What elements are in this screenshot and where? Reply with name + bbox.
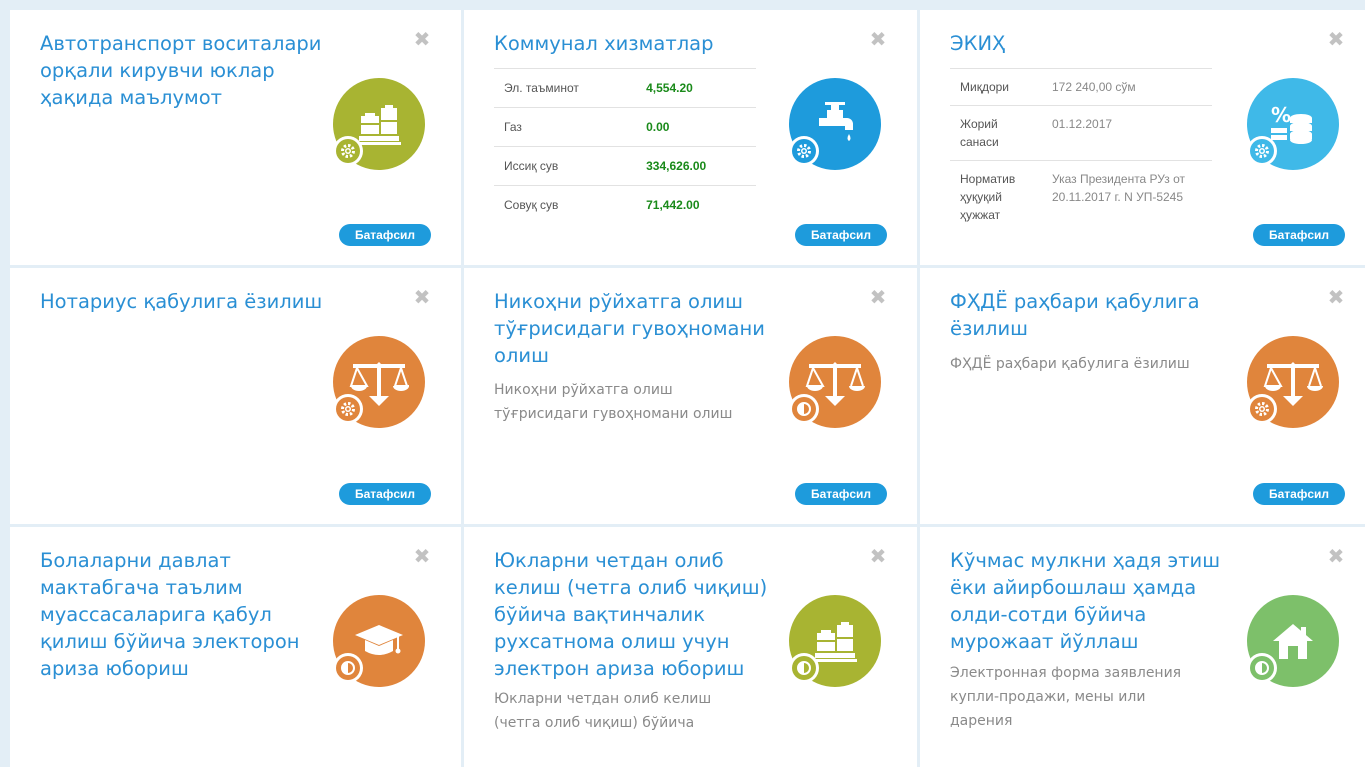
- gear-icon: [1247, 394, 1277, 424]
- row-value: 0.00: [636, 107, 756, 147]
- more-button[interactable]: Батафсил: [795, 224, 887, 246]
- service-card-kindergarten: Болаларни давлат мактабгача таълим муасс…: [10, 527, 461, 767]
- close-icon[interactable]: ✖: [1327, 29, 1345, 49]
- table-row: Иссиқ сув 334,626.00: [494, 146, 756, 186]
- more-button[interactable]: Батафсил: [795, 483, 887, 505]
- card-description: ФҲДЁ раҳбари қабулига ёзилиш: [950, 356, 1190, 372]
- more-button[interactable]: Батафсил: [1253, 224, 1345, 246]
- row-value: 71,442.00: [636, 185, 756, 224]
- service-card-cargo-info: Автотранспорт воситалари орқали кирувчи …: [10, 10, 461, 265]
- more-button[interactable]: Батафсил: [339, 224, 431, 246]
- service-card-notary: Нотариус қабулига ёзилиш ✖ Батафсил: [10, 268, 461, 524]
- service-card-real-estate: Кўчмас мулкни ҳадя этиш ёки айирбошлаш ҳ…: [920, 527, 1365, 767]
- percent-coins-icon: %: [1247, 78, 1339, 170]
- scales-icon: [1247, 336, 1339, 428]
- card-title[interactable]: Никоҳни рўйхатга олиш тўғрисидаги гувоҳн…: [494, 288, 784, 369]
- cargo-icon: [789, 595, 881, 687]
- service-card-cargo-permit: Юкларни четдан олиб келиш (четга олиб чи…: [464, 527, 917, 767]
- svg-text:%: %: [1271, 103, 1291, 127]
- row-value: 4,554.20: [636, 68, 756, 108]
- gear-icon: [333, 394, 363, 424]
- close-icon[interactable]: ✖: [869, 29, 887, 49]
- table-row: Жорий санаси 01.12.2017: [950, 105, 1212, 161]
- card-title[interactable]: Нотариус қабулига ёзилиш: [40, 288, 330, 315]
- house-icon: [1247, 595, 1339, 687]
- half-circle-icon: [789, 394, 819, 424]
- card-title[interactable]: Болаларни давлат мактабгача таълим муасс…: [40, 547, 330, 682]
- row-label: Эл. таъминот: [494, 68, 637, 108]
- card-title[interactable]: Юкларни четдан олиб келиш (четга олиб чи…: [494, 547, 784, 682]
- card-description: Юкларни четдан олиб келиш (четга олиб чи…: [494, 691, 712, 731]
- row-label: Норматив ҳуқуқий ҳужжат: [950, 160, 1042, 233]
- service-card-utilities: Коммунал хизматлар ✖ Эл. таъминот 4,554.2…: [464, 10, 917, 265]
- card-title[interactable]: Автотранспорт воситалари орқали кирувчи …: [40, 30, 330, 111]
- close-icon[interactable]: ✖: [413, 287, 431, 307]
- card-description: Электронная форма заявления купли-продаж…: [950, 665, 1182, 729]
- gear-icon: [333, 136, 363, 166]
- half-circle-icon: [1247, 653, 1277, 683]
- scales-icon: [789, 336, 881, 428]
- more-button[interactable]: Батафсил: [339, 483, 431, 505]
- services-grid: Автотранспорт воситалари орқали кирувчи …: [10, 10, 1365, 767]
- service-card-ekih: ЭКИҲ ✖ Миқдори 172 240,00 сўм Жорий санас…: [920, 10, 1365, 265]
- half-circle-icon: [333, 653, 363, 683]
- row-value: Указ Президента РУз от 20.11.2017 г. N У…: [1042, 160, 1212, 233]
- gear-icon: [789, 136, 819, 166]
- gear-icon: [1247, 136, 1277, 166]
- row-label: Совуқ сув: [494, 185, 637, 224]
- graduation-cap-icon: [333, 595, 425, 687]
- close-icon[interactable]: ✖: [1327, 287, 1345, 307]
- row-value: 172 240,00 сўм: [1042, 68, 1212, 106]
- card-title[interactable]: Коммунал хизматлар: [494, 30, 784, 57]
- scales-icon: [333, 336, 425, 428]
- close-icon[interactable]: ✖: [869, 546, 887, 566]
- row-value: 01.12.2017: [1042, 105, 1212, 161]
- table-row: Эл. таъминот 4,554.20: [494, 68, 756, 108]
- cargo-icon: [333, 78, 425, 170]
- card-title[interactable]: ЭКИҲ: [950, 30, 1240, 57]
- close-icon[interactable]: ✖: [413, 546, 431, 566]
- row-label: Жорий санаси: [950, 105, 1042, 161]
- row-value: 334,626.00: [636, 146, 756, 186]
- row-label: Газ: [494, 107, 637, 147]
- table-row: Газ 0.00: [494, 107, 756, 147]
- close-icon[interactable]: ✖: [1327, 546, 1345, 566]
- card-title[interactable]: ФҲДЁ раҳбари қабулига ёзилиш: [950, 288, 1240, 342]
- close-icon[interactable]: ✖: [413, 29, 431, 49]
- card-description: Никоҳни рўйхатга олиш тўғрисидаги гувоҳн…: [494, 382, 733, 422]
- ekih-table: Миқдори 172 240,00 сўм Жорий санаси 01.12.…: [950, 68, 1212, 233]
- service-card-registry-head: ФҲДЁ раҳбари қабулига ёзилиш ✖ ФҲДЁ раҳб…: [920, 268, 1365, 524]
- card-title[interactable]: Кўчмас мулкни ҳадя этиш ёки айирбошлаш ҳ…: [950, 547, 1240, 655]
- utilities-table: Эл. таъминот 4,554.20 Газ 0.00 Иссиқ сув 33…: [494, 68, 756, 224]
- row-label: Миқдори: [950, 68, 1042, 106]
- row-label: Иссиқ сув: [494, 146, 637, 186]
- table-row: Совуқ сув 71,442.00: [494, 185, 756, 224]
- table-row: Норматив ҳуқуқий ҳужжат Указ Президента Р…: [950, 160, 1212, 233]
- half-circle-icon: [789, 653, 819, 683]
- more-button[interactable]: Батафсил: [1253, 483, 1345, 505]
- water-tap-icon: [789, 78, 881, 170]
- close-icon[interactable]: ✖: [869, 287, 887, 307]
- table-row: Миқдори 172 240,00 сўм: [950, 68, 1212, 106]
- service-card-marriage-certificate: Никоҳни рўйхатга олиш тўғрисидаги гувоҳн…: [464, 268, 917, 524]
